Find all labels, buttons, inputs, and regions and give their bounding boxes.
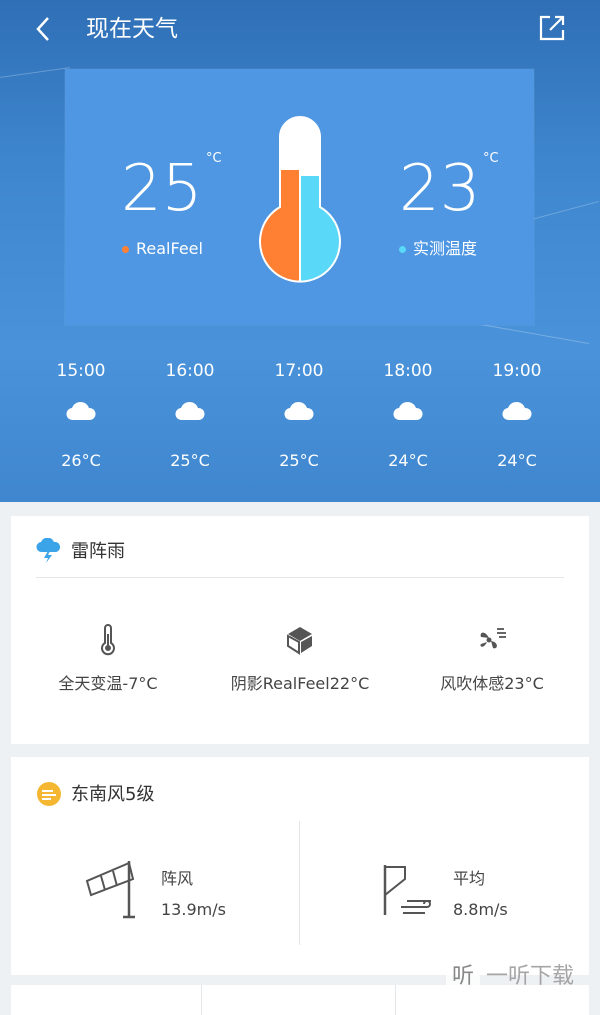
flag-wind-icon: [383, 865, 431, 915]
metric-item: 全天变温-7°C: [13, 624, 203, 694]
cloud-icon: [175, 401, 205, 421]
realfeel-unit: °C: [206, 151, 222, 166]
thunderstorm-icon: [36, 538, 61, 563]
metric-label: 风吹体感23°C: [440, 674, 544, 693]
wind-badge-icon: [37, 782, 61, 806]
divider: [299, 821, 300, 945]
avg-value: 8.8m/s: [453, 900, 508, 919]
hourly-item[interactable]: 19:00 24°C: [472, 360, 562, 470]
realfeel-dot-icon: [122, 246, 129, 253]
gust-label: 阵风: [161, 869, 194, 888]
divider: [201, 985, 202, 1015]
cloud-icon: [284, 401, 314, 421]
watermark-logo: 听: [446, 960, 480, 994]
hour-temp: 25°C: [279, 451, 319, 470]
thermometer-gauge-icon: [259, 116, 341, 283]
page-title: 现在天气: [86, 16, 178, 42]
hourly-item[interactable]: 16:00 25°C: [145, 360, 235, 470]
watermark-logo-char: 听: [451, 964, 474, 989]
hourly-forecast: 15:00 26°C 16:00 25°C 17:00 25°C 18:00 2…: [0, 360, 600, 480]
hour-temp: 26°C: [61, 451, 101, 470]
measured-unit: °C: [483, 151, 499, 166]
thermometer-icon: [101, 624, 115, 656]
hour-temp: 24°C: [497, 451, 537, 470]
measured-value: 23: [399, 152, 481, 226]
hourly-item[interactable]: 18:00 24°C: [363, 360, 453, 470]
divider: [36, 577, 564, 578]
hour-time: 17:00: [274, 361, 324, 381]
hourly-item[interactable]: 17:00 25°C: [254, 360, 344, 470]
metric-item: 风吹体感23°C: [397, 624, 587, 694]
metric-label: 阴影RealFeel22°C: [230, 674, 370, 693]
metric-item: 阴影RealFeel22°C: [205, 624, 395, 694]
cloud-icon: [66, 401, 96, 421]
top-bar: 现在天气: [0, 0, 600, 58]
share-icon[interactable]: [536, 12, 568, 44]
hour-time: 19:00: [492, 361, 542, 381]
cloud-icon: [502, 401, 532, 421]
wind-panel: 东南风5级 阵风 13.9m/s 平均 8.8m/s: [11, 757, 589, 975]
watermark: 听 一听下载: [446, 958, 600, 998]
chevron-left-icon[interactable]: [30, 12, 58, 46]
wind-chill-icon: [480, 628, 506, 649]
condition-panel: 雷阵雨 全天变温-7°C 阴影RealFeel22°C 风吹体感23°C: [11, 516, 589, 744]
hour-time: 15:00: [56, 361, 106, 381]
lightning-streak: [531, 200, 599, 221]
hourly-item[interactable]: 15:00 26°C: [36, 360, 126, 470]
realfeel-label: RealFeel: [136, 239, 203, 258]
cloud-icon: [393, 401, 423, 421]
measured-dot-icon: [399, 246, 406, 253]
wind-title: 东南风5级: [71, 784, 155, 805]
hour-temp: 25°C: [170, 451, 210, 470]
condition-title: 雷阵雨: [71, 541, 125, 562]
watermark-text: 一听下载: [486, 964, 575, 989]
measured-legend: 实测温度: [399, 239, 477, 259]
shade-icon: [287, 627, 312, 655]
weather-hero: 现在天气 25 °C RealFeel 23 °C 实测温度 15:00 26°…: [0, 0, 600, 502]
realfeel-legend: RealFeel: [122, 239, 203, 259]
hour-time: 16:00: [165, 361, 215, 381]
windsock-icon: [85, 861, 135, 919]
hour-temp: 24°C: [388, 451, 428, 470]
temperature-card: 25 °C RealFeel 23 °C 实测温度: [65, 69, 534, 325]
divider: [395, 985, 396, 1015]
realfeel-value: 25: [121, 152, 203, 226]
gust-value: 13.9m/s: [161, 900, 226, 919]
avg-label: 平均: [453, 869, 486, 888]
lightning-streak: [0, 67, 70, 78]
hour-time: 18:00: [383, 361, 433, 381]
metric-label: 全天变温-7°C: [58, 674, 158, 693]
measured-label: 实测温度: [413, 239, 478, 258]
